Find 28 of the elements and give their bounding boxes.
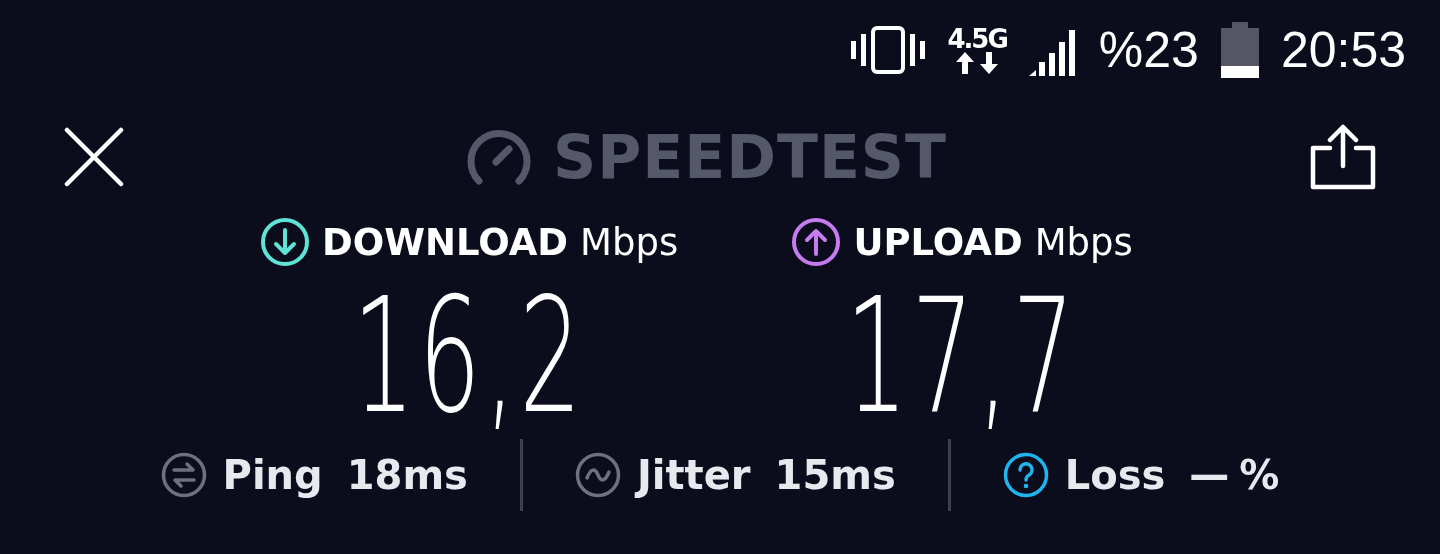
down-arrow-circle-icon bbox=[260, 217, 310, 267]
speed-value: 16,2 bbox=[352, 277, 586, 435]
share-button[interactable] bbox=[1310, 124, 1376, 190]
metric-value: 15ms bbox=[774, 452, 896, 498]
network-type: 4.5G bbox=[947, 26, 1007, 52]
close-button[interactable] bbox=[64, 127, 124, 187]
result-label: UPLOAD bbox=[853, 220, 1023, 264]
metric-unit: % bbox=[1239, 452, 1280, 498]
wave-icon bbox=[574, 452, 621, 498]
up-arrow-circle-icon bbox=[791, 217, 842, 267]
metric-label: Ping bbox=[222, 452, 323, 498]
metric-value: 18ms bbox=[346, 452, 468, 498]
battery-icon bbox=[1220, 22, 1259, 78]
battery-percent: %23 bbox=[1098, 21, 1199, 79]
unit-label: Mbps bbox=[1034, 220, 1133, 264]
gauge-icon bbox=[467, 129, 531, 185]
metric-label: Loss bbox=[1064, 452, 1166, 498]
help-icon[interactable] bbox=[1002, 452, 1049, 498]
data-arrows-icon bbox=[955, 52, 1000, 74]
speed-value: 17,7 bbox=[845, 277, 1079, 435]
vibrate-icon bbox=[851, 26, 926, 74]
result-label: DOWNLOAD bbox=[322, 220, 568, 264]
metric-value: — bbox=[1189, 452, 1230, 498]
metric-label: Jitter bbox=[636, 452, 751, 498]
unit-label: Mbps bbox=[580, 220, 679, 264]
app-title: SPEEDTEST bbox=[553, 122, 947, 192]
ping-icon bbox=[160, 452, 207, 498]
clock: 20:53 bbox=[1280, 21, 1406, 79]
